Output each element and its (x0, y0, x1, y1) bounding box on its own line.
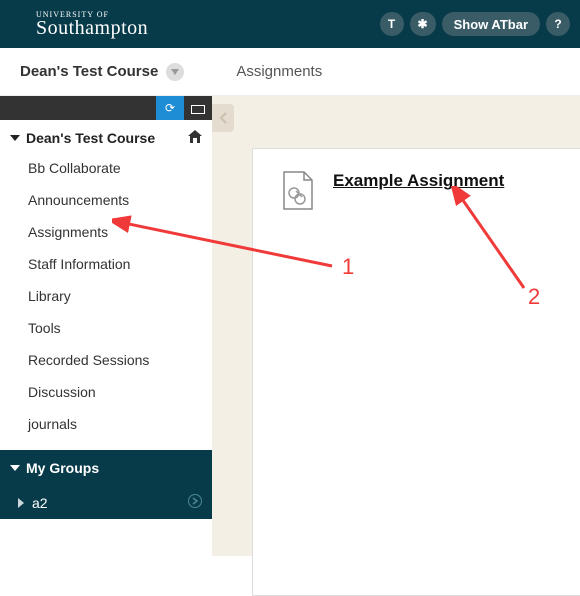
sidebar-toolbar: ⟳ (0, 96, 212, 120)
sidebar-item-journals[interactable]: journals (0, 408, 212, 440)
breadcrumb: Dean's Test Course Assignments (0, 48, 580, 96)
chevron-left-icon (219, 112, 227, 124)
annotation-label-1: 1 (342, 254, 354, 280)
document-link-icon (281, 171, 315, 216)
sidebar-groups-body: a2 (0, 486, 212, 519)
go-icon (188, 494, 202, 511)
sidebar-item-recorded-sessions[interactable]: Recorded Sessions (0, 344, 212, 376)
chevron-down-icon (166, 63, 184, 81)
show-atbar-button[interactable]: Show ATbar (442, 12, 540, 36)
breadcrumb-course-label: Dean's Test Course (20, 63, 158, 80)
caret-down-icon (10, 465, 20, 471)
main-layout: ⟳ Dean's Test Course Bb Collaborate Anno… (0, 96, 580, 556)
text-size-button[interactable]: T (380, 12, 404, 36)
sidebar-groups-head[interactable]: My Groups (0, 450, 212, 486)
sidebar-item-tools[interactable]: Tools (0, 312, 212, 344)
top-banner: UNIVERSITY OF Southampton T ✱ Show ATbar… (0, 0, 580, 48)
layout-icon (191, 102, 205, 114)
refresh-button[interactable]: ⟳ (156, 96, 184, 120)
banner-buttons: T ✱ Show ATbar ? (380, 12, 570, 36)
sidebar-item-library[interactable]: Library (0, 280, 212, 312)
sidebar-group-label: a2 (32, 495, 48, 511)
layout-toggle-button[interactable] (184, 96, 212, 120)
contrast-button[interactable]: ✱ (410, 12, 436, 36)
sidebar: ⟳ Dean's Test Course Bb Collaborate Anno… (0, 96, 212, 556)
sidebar-items: Bb Collaborate Announcements Assignments… (0, 152, 212, 450)
sidebar-item-assignments[interactable]: Assignments (0, 216, 212, 248)
caret-right-icon (18, 498, 24, 508)
home-icon[interactable] (188, 130, 202, 146)
assignment-link[interactable]: Example Assignment (333, 171, 504, 191)
breadcrumb-page: Assignments (236, 63, 322, 80)
site-logo: UNIVERSITY OF Southampton (10, 11, 148, 36)
sidebar-course-head[interactable]: Dean's Test Course (0, 120, 212, 152)
content-item: Example Assignment (253, 149, 580, 238)
sidebar-item-staff-information[interactable]: Staff Information (0, 248, 212, 280)
sidebar-item-announcements[interactable]: Announcements (0, 184, 212, 216)
annotation-label-2: 2 (528, 284, 540, 310)
collapse-sidebar-button[interactable] (212, 104, 234, 132)
sidebar-course-title: Dean's Test Course (26, 130, 155, 146)
breadcrumb-course[interactable]: Dean's Test Course (20, 63, 184, 81)
sidebar-item-bb-collaborate[interactable]: Bb Collaborate (0, 152, 212, 184)
sidebar-group-item[interactable]: a2 (0, 486, 212, 519)
content-card: Example Assignment (252, 148, 580, 596)
caret-down-icon (10, 135, 20, 141)
sidebar-groups-title: My Groups (26, 460, 99, 476)
help-button[interactable]: ? (546, 12, 570, 36)
logo-bottom-text: Southampton (36, 19, 148, 37)
content-area: Example Assignment 1 2 (212, 96, 580, 556)
sidebar-item-discussion[interactable]: Discussion (0, 376, 212, 408)
